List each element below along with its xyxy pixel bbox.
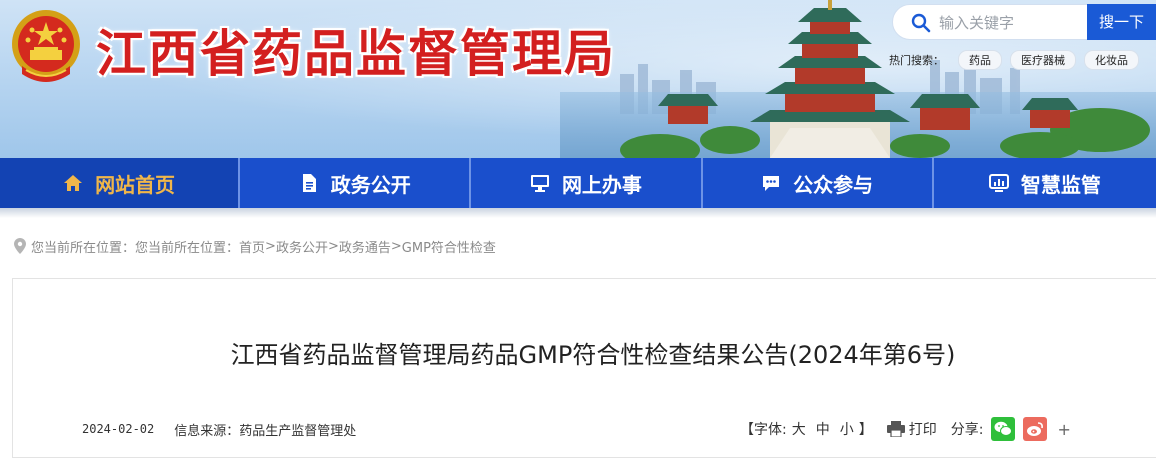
info-source: 信息来源：药品生产监督管理处 <box>174 423 357 439</box>
font-size-medium-button[interactable]: 中 <box>816 419 830 439</box>
nav-item-label: 网站首页 <box>95 172 176 197</box>
share-label: 分享: <box>950 422 984 438</box>
nav-item-smart-supervision[interactable]: 智慧监管 <box>934 158 1156 208</box>
printer-icon[interactable] <box>886 421 905 437</box>
breadcrumb-prefix: 您当前所在位置：您当前所在位置： <box>31 240 240 256</box>
breadcrumb-separator: > <box>327 238 339 254</box>
document-icon <box>302 174 316 192</box>
article-meta: 2024-02-02 信息来源：药品生产监督管理处 <box>82 418 356 440</box>
weibo-icon <box>1027 422 1044 436</box>
national-emblem-logo <box>12 10 80 82</box>
breadcrumb-separator: > <box>265 238 276 254</box>
share-more-button[interactable]: + <box>1057 420 1070 439</box>
breadcrumb: 您当前所在位置：您当前所在位置： 首页 > 政务公开 > 政务通告 > GMP符… <box>14 236 496 256</box>
print-button[interactable]: 打印 <box>909 419 937 439</box>
nav-item-home[interactable]: 网站首页 <box>0 158 241 208</box>
font-size-small-button[interactable]: 小 <box>840 419 854 439</box>
header-banner: 江西省药品监督管理局 搜一下 热门搜索： 药品 医疗器械 化妆品 <box>0 0 1156 158</box>
nav-item-label: 智慧监管 <box>1020 172 1101 197</box>
breadcrumb-separator: > <box>390 238 402 254</box>
hot-tag-medical-devices[interactable]: 医疗器械 <box>1010 50 1076 70</box>
breadcrumb-home[interactable]: 首页 <box>239 237 265 256</box>
hot-search: 热门搜索： 药品 医疗器械 化妆品 <box>889 50 1139 70</box>
nav-item-label: 政务公开 <box>330 172 411 197</box>
nav-shadow <box>0 208 1156 218</box>
monitor-icon <box>530 175 549 192</box>
share-weibo-button[interactable] <box>1023 417 1048 441</box>
search-icon <box>911 13 931 33</box>
article-tools: 【字体: 大 中 小 】 打印 分享: + <box>740 416 1071 442</box>
home-icon <box>64 175 83 191</box>
screen-chart-icon <box>988 174 1009 192</box>
site-title: 江西省药品监督管理局 <box>96 24 616 83</box>
hot-tag-drugs[interactable]: 药品 <box>958 50 1002 70</box>
nav-item-online-services[interactable]: 网上办事 <box>471 158 703 208</box>
location-pin-icon <box>14 238 26 254</box>
breadcrumb-government-affairs[interactable]: 政务公开 <box>276 237 328 256</box>
main-nav: 网站首页 政务公开 网上办事 公众参与 智慧监管 <box>0 158 1156 208</box>
font-size-label-open: 【字体: <box>740 422 787 438</box>
search-input[interactable] <box>937 11 1081 35</box>
nav-item-public-participation[interactable]: 公众参与 <box>703 158 934 208</box>
breadcrumb-notices[interactable]: 政务通告 <box>339 237 391 256</box>
search-button[interactable]: 搜一下 <box>1087 4 1156 40</box>
breadcrumb-gmp-inspection[interactable]: GMP符合性检查 <box>402 237 496 256</box>
font-size-label-close: 】 <box>858 422 873 438</box>
share-wechat-button[interactable] <box>991 417 1016 441</box>
article-title: 江西省药品监督管理局药品GMP符合性检查结果公告(2024年第6号) <box>230 341 956 369</box>
nav-item-government-affairs[interactable]: 政务公开 <box>240 158 472 208</box>
hot-tag-cosmetics[interactable]: 化妆品 <box>1084 50 1139 70</box>
publish-date: 2024-02-02 <box>82 422 155 436</box>
chat-icon <box>763 176 780 191</box>
font-size-large-button[interactable]: 大 <box>792 419 806 439</box>
wechat-icon <box>994 421 1013 436</box>
hot-search-label: 热门搜索： <box>889 54 944 67</box>
nav-item-label: 网上办事 <box>561 172 642 197</box>
nav-item-label: 公众参与 <box>793 172 874 197</box>
